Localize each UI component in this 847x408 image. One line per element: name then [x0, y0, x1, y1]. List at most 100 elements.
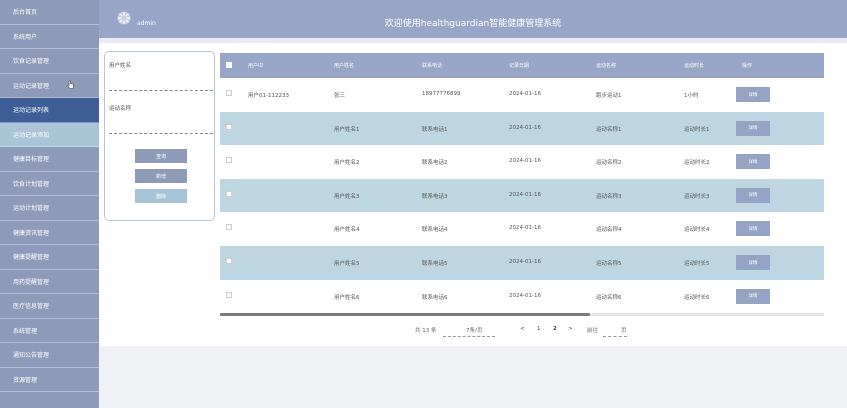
cell-user-name: 张三 — [334, 93, 346, 99]
sidebar-item-label: 系统用户 — [13, 33, 38, 41]
add-button[interactable]: 新增 — [135, 169, 187, 183]
table-row: 用户姓名2 联系电话2 2024-01-16 运动名称2 运动时长2 详情 — [220, 145, 824, 179]
column-header-duration[interactable]: 运动时长 — [684, 62, 704, 69]
cell-sport-name: 运动名称2 — [596, 160, 622, 167]
prev-page-button[interactable]: < — [520, 326, 525, 332]
query-button[interactable]: 查询 — [135, 149, 187, 163]
sidebar-item-home[interactable]: 后台首页 — [0, 0, 99, 25]
sport-name-underline — [109, 133, 213, 134]
cell-phone: 联系电话4 — [422, 227, 448, 234]
sidebar-item-label: 后台首页 — [13, 9, 38, 17]
sidebar-item-label: 健康提醒管理 — [13, 254, 50, 262]
username-input[interactable] — [109, 78, 213, 90]
top-header: admin 欢迎使用healthguardian智能健康管理系统 — [99, 0, 847, 38]
page-2-button[interactable]: 2 — [553, 326, 557, 332]
sidebar-item-health-news[interactable]: 健康资讯管理 — [0, 221, 99, 245]
column-header-user-id[interactable]: 用户ID — [248, 62, 263, 69]
row-checkbox[interactable] — [226, 190, 232, 197]
table-row: 用户01-112233 张三 18977776899 2024-01-16 跑步… — [220, 78, 824, 112]
sidebar-item-label: 饮食计划管理 — [13, 180, 50, 188]
cell-phone: 联系电话5 — [422, 261, 448, 267]
search-panel: 用户姓名 运动名称 查询 新增 删除 — [104, 51, 215, 221]
detail-button[interactable]: 详情 — [736, 221, 770, 237]
cell-date: 2024-01-16 — [509, 292, 541, 299]
page-1-button[interactable]: 1 — [537, 326, 541, 332]
sidebar-item-label: 健康资讯管理 — [13, 229, 50, 237]
sidebar-item-label: 运动计划管理 — [13, 205, 50, 213]
sidebar-item-diet-plans[interactable]: 饮食计划管理 — [0, 172, 99, 196]
sidebar-item-health-goals[interactable]: 健康目标管理 — [0, 147, 99, 172]
column-header-date[interactable]: 记录日期 — [509, 62, 529, 69]
cell-sport-name: 跑步运动1 — [596, 93, 622, 99]
sidebar-item-system-management[interactable]: 系统管理 — [0, 319, 99, 343]
row-checkbox[interactable] — [226, 291, 232, 298]
row-checkbox[interactable] — [226, 123, 232, 130]
column-header-phone[interactable]: 联系电话 — [422, 62, 442, 69]
detail-button[interactable]: 详情 — [736, 154, 770, 170]
sidebar-item-announcements[interactable]: 通知公告管理 — [0, 343, 99, 368]
sidebar-item-label: 运动记录列表 — [13, 107, 50, 115]
row-checkbox[interactable] — [226, 258, 232, 264]
detail-button[interactable]: 详情 — [736, 288, 770, 304]
sidebar-item-label: 运动记录添加 — [13, 131, 50, 139]
sidebar-item-exercise-list[interactable]: 运动记录列表 — [0, 98, 99, 123]
goto-label: 前往 — [587, 328, 599, 334]
table-row: 用户姓名1 联系电话1 2024-01-16 运动名称1 运动时长1 详情 — [220, 111, 824, 146]
horizontal-scrollbar-thumb[interactable] — [220, 313, 590, 316]
table-row: 用户姓名4 联系电话4 2024-01-16 运动名称4 运动时长4 详情 — [220, 212, 824, 246]
footer-area — [99, 346, 847, 408]
cell-date: 2024-01-16 — [509, 158, 541, 165]
cell-duration: 运动时长4 — [684, 227, 710, 234]
sidebar-item-exercise-add[interactable]: 运动记录添加 — [0, 122, 99, 147]
cell-sport-name: 运动名称4 — [596, 227, 622, 234]
sidebar-item-resources[interactable]: 资源管理 — [0, 368, 99, 392]
row-checkbox[interactable] — [226, 90, 232, 96]
detail-button[interactable]: 详情 — [736, 87, 770, 102]
cell-user-name: 用户姓名2 — [334, 160, 360, 167]
sidebar-item-label: 系统管理 — [13, 327, 38, 335]
sidebar-item-medical-info[interactable]: 医疗信息管理 — [0, 294, 99, 319]
detail-button[interactable]: 详情 — [736, 187, 770, 203]
next-page-button[interactable]: > — [568, 326, 573, 332]
detail-button[interactable]: 详情 — [736, 120, 770, 136]
sport-name-input[interactable] — [109, 120, 213, 132]
cell-duration: 运动时长1 — [684, 126, 710, 133]
sidebar-item-system-users[interactable]: 系统用户 — [0, 25, 99, 49]
cell-sport-name: 运动名称3 — [596, 193, 622, 200]
cell-date: 2024-01-16 — [509, 259, 541, 265]
detail-button[interactable]: 详情 — [736, 255, 770, 270]
cell-date: 2024-01-16 — [509, 124, 541, 131]
cell-duration: 运动时长6 — [684, 294, 710, 301]
sidebar-item-exercise-plans[interactable]: 运动计划管理 — [0, 196, 99, 221]
sidebar-item-label: 通知公告管理 — [13, 352, 50, 360]
sport-name-label: 运动名称 — [109, 106, 132, 112]
row-checkbox[interactable] — [226, 157, 232, 164]
cell-sport-name: 运动名称1 — [596, 126, 622, 133]
select-all-checkbox[interactable] — [226, 62, 232, 68]
cell-user-name: 用户姓名5 — [334, 261, 360, 267]
column-header-user-name[interactable]: 用户姓名 — [334, 62, 354, 69]
cell-phone: 联系电话6 — [422, 294, 448, 301]
delete-button[interactable]: 删除 — [135, 189, 187, 203]
sidebar-item-exercise-records[interactable]: 运动记录管理 — [0, 74, 99, 98]
cell-user-name: 用户姓名1 — [334, 126, 360, 133]
username-label: 用户姓名 — [109, 63, 132, 69]
cell-date: 2024-01-16 — [509, 191, 541, 198]
page-size-select[interactable]: 7条/页 — [466, 326, 482, 334]
username-underline — [109, 90, 213, 91]
sidebar-item-label: 用药提醒管理 — [13, 278, 50, 286]
page-unit-label: 页 — [621, 328, 627, 334]
column-header-sport-name[interactable]: 运动名称 — [596, 62, 616, 69]
cell-user-id: 用户01-112233 — [248, 93, 289, 99]
cell-phone: 联系电话2 — [422, 160, 448, 167]
sidebar-item-medication-reminders[interactable]: 用药提醒管理 — [0, 270, 99, 294]
column-header-actions: 操作 — [742, 63, 753, 69]
table-row: 用户姓名5 联系电话5 2024-01-16 运动名称5 运动时长5 详情 — [220, 246, 824, 280]
row-checkbox[interactable] — [226, 224, 232, 231]
cell-duration: 1小时 — [684, 93, 699, 99]
sidebar-item-health-reminders[interactable]: 健康提醒管理 — [0, 245, 99, 270]
sidebar-item-label: 健康目标管理 — [13, 156, 50, 164]
sidebar-item-diet-records[interactable]: 饮食记录管理 — [0, 49, 99, 74]
hand-cursor-icon — [67, 80, 74, 89]
header-divider — [99, 38, 847, 43]
